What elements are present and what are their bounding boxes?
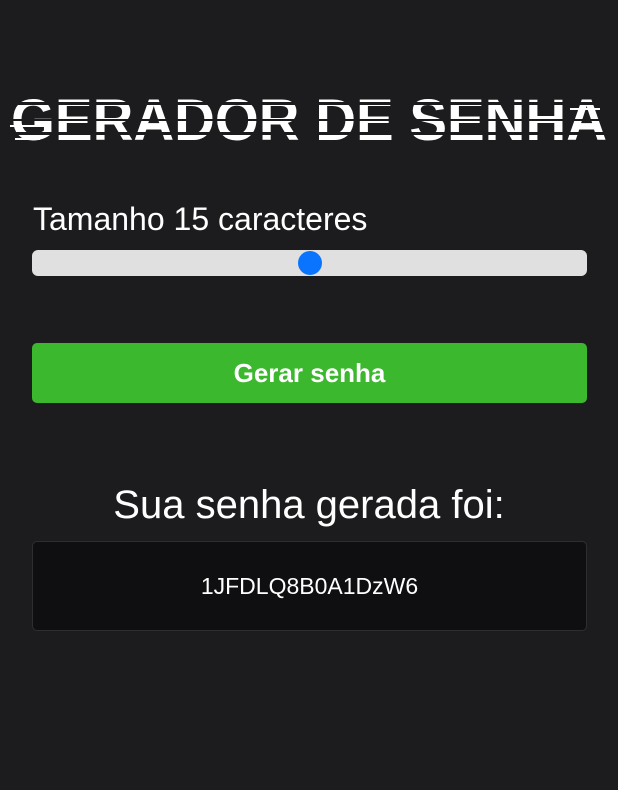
length-label-prefix: Tamanho — [33, 201, 165, 237]
length-value: 15 — [173, 201, 210, 237]
length-label-suffix: caracteres — [218, 201, 368, 237]
password-generator-page: GERADOR DE SENHA Tamanho 15 caracteres G… — [0, 0, 618, 790]
generated-password: 1JFDLQ8B0A1DzW6 — [200, 572, 419, 599]
app-logo: GERADOR DE SENHA — [10, 88, 607, 153]
generated-password-box[interactable]: 1JFDLQ8B0A1DzW6 — [32, 541, 587, 631]
result-title: Sua senha gerada foi: — [113, 483, 505, 527]
generate-password-button[interactable]: Gerar senha — [32, 343, 587, 403]
glitch-streak — [570, 108, 600, 110]
length-slider[interactable] — [32, 250, 587, 276]
slider-thumb[interactable] — [297, 251, 322, 275]
length-label: Tamanho 15 caracteres — [33, 199, 367, 239]
glitch-streak — [10, 125, 50, 127]
app-title: GERADOR DE SENHA — [11, 88, 607, 153]
glitch-streak — [15, 138, 40, 140]
